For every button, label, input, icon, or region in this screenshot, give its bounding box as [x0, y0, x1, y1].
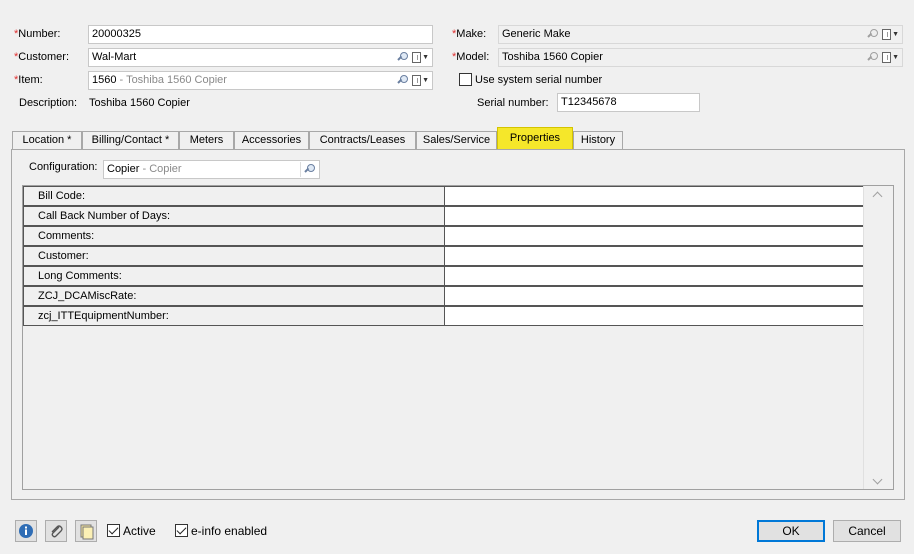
property-name: Call Back Number of Days:: [23, 206, 444, 226]
item-document-menu-icon[interactable]: [412, 75, 422, 86]
cancel-button[interactable]: Cancel: [833, 520, 901, 542]
table-row: Customer:: [23, 246, 864, 266]
serial-number-label: Serial number:: [477, 97, 549, 109]
item-label: *Item:: [14, 74, 43, 86]
property-name: Long Comments:: [23, 266, 444, 286]
use-system-serial-label: Use system serial number: [475, 74, 603, 86]
model-lookup-icon[interactable]: [867, 51, 879, 64]
customer-lookup-icon[interactable]: [397, 51, 409, 64]
item-field[interactable]: 1560 - Toshiba 1560 Copier ▼: [88, 71, 433, 90]
tab-accessories[interactable]: Accessories: [234, 131, 309, 149]
configuration-lookup-icon[interactable]: [304, 163, 316, 176]
customer-document-menu-icon[interactable]: [412, 52, 422, 63]
attachments-button[interactable]: [45, 520, 67, 542]
property-value[interactable]: [444, 186, 864, 206]
chevron-down-icon[interactable]: ▼: [422, 72, 429, 89]
property-value[interactable]: [444, 206, 864, 226]
configuration-field[interactable]: Copier - Copier: [103, 160, 320, 179]
active-label: Active: [123, 524, 156, 538]
property-value[interactable]: [444, 246, 864, 266]
use-system-serial-checkbox[interactable]: [459, 73, 472, 86]
paperclip-icon: [51, 525, 63, 538]
serial-number-field[interactable]: T12345678: [557, 93, 700, 112]
property-name: Comments:: [23, 226, 444, 246]
vertical-scrollbar[interactable]: [863, 186, 893, 489]
einfo-label: e-info enabled: [191, 524, 268, 538]
notes-button[interactable]: [75, 520, 97, 542]
number-label: *Number:: [14, 28, 61, 40]
chevron-down-icon[interactable]: ▼: [892, 26, 899, 43]
notes-icon: [80, 524, 94, 540]
item-lookup-icon[interactable]: [397, 74, 409, 87]
model-label: *Model:: [452, 51, 490, 63]
table-row: zcj_ITTEquipmentNumber:: [23, 306, 864, 326]
make-field[interactable]: Generic Make ▼: [498, 25, 903, 44]
table-row: Long Comments:: [23, 266, 864, 286]
property-value[interactable]: [444, 226, 864, 246]
property-value[interactable]: [444, 306, 864, 326]
tab-billing-contact[interactable]: Billing/Contact *: [82, 131, 179, 149]
info-button[interactable]: [15, 520, 37, 542]
tab-contracts-leases[interactable]: Contracts/Leases: [309, 131, 416, 149]
property-name: Customer:: [23, 246, 444, 266]
chevron-down-icon[interactable]: ▼: [892, 49, 899, 66]
number-field[interactable]: 20000325: [88, 25, 433, 44]
property-value[interactable]: [444, 266, 864, 286]
scroll-down-icon[interactable]: [872, 474, 883, 485]
property-value[interactable]: [444, 286, 864, 306]
active-checkbox[interactable]: [107, 524, 120, 537]
make-document-menu-icon[interactable]: [882, 29, 892, 40]
tab-history[interactable]: History: [573, 131, 623, 149]
table-row: ZCJ_DCAMiscRate:: [23, 286, 864, 306]
customer-field[interactable]: Wal-Mart ▼: [88, 48, 433, 67]
property-name: zcj_ITTEquipmentNumber:: [23, 306, 444, 326]
table-row: Bill Code:: [23, 186, 864, 206]
ok-button[interactable]: OK: [757, 520, 825, 542]
chevron-down-icon[interactable]: ▼: [422, 49, 429, 66]
table-row: Comments:: [23, 226, 864, 246]
einfo-checkbox[interactable]: [175, 524, 188, 537]
customer-label: *Customer:: [14, 51, 70, 63]
tab-meters[interactable]: Meters: [179, 131, 234, 149]
make-lookup-icon[interactable]: [867, 28, 879, 41]
make-label: *Make:: [452, 28, 487, 40]
info-icon: [19, 524, 33, 538]
configuration-label: Configuration:: [29, 161, 98, 173]
model-field[interactable]: Toshiba 1560 Copier ▼: [498, 48, 903, 67]
description-label: Description:: [19, 97, 78, 109]
tab-properties[interactable]: Properties: [497, 127, 573, 150]
description-value: Toshiba 1560 Copier: [89, 97, 190, 109]
property-name: Bill Code:: [23, 186, 444, 206]
model-document-menu-icon[interactable]: [882, 52, 892, 63]
property-grid: Bill Code: Call Back Number of Days: Com…: [22, 185, 894, 490]
property-name: ZCJ_DCAMiscRate:: [23, 286, 444, 306]
tab-location[interactable]: Location *: [12, 131, 82, 149]
scroll-up-icon[interactable]: [872, 191, 883, 202]
table-row: Call Back Number of Days:: [23, 206, 864, 226]
tab-sales-service[interactable]: Sales/Service: [416, 131, 497, 149]
